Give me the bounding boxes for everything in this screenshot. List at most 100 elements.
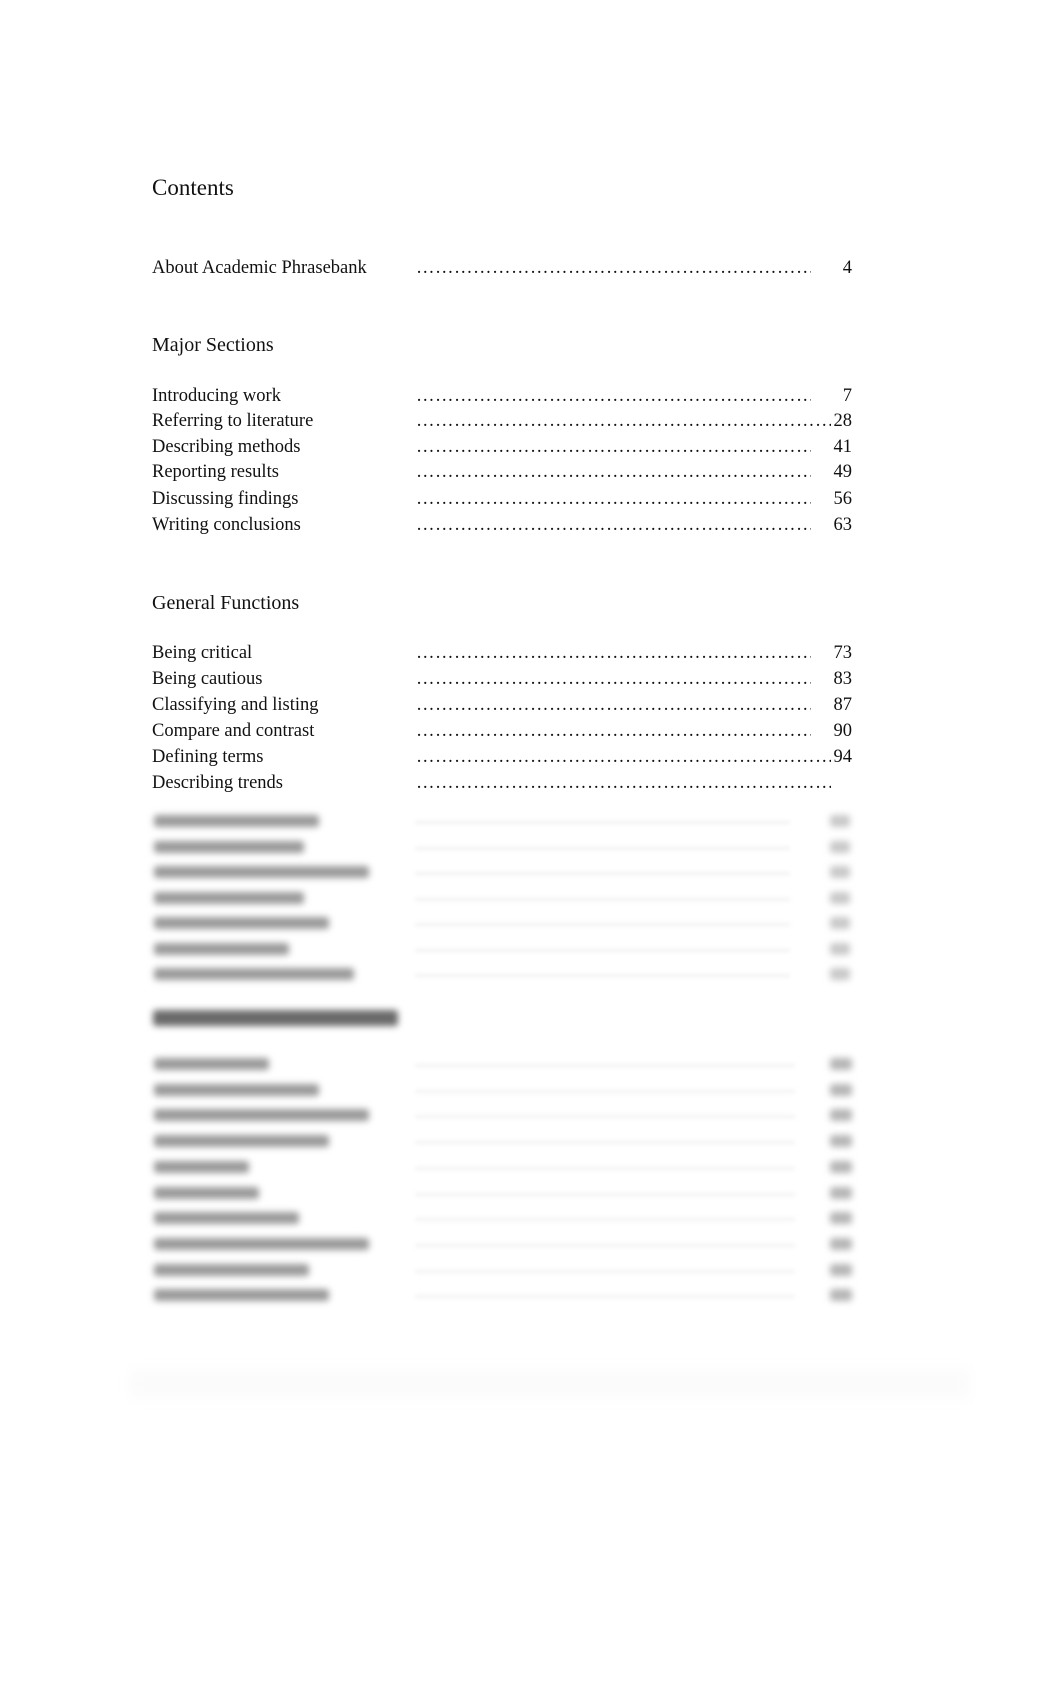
blurred-footer-band — [130, 1370, 970, 1398]
toc-entry-label: Being cautious — [152, 669, 263, 689]
dot-leader: ……………………………………………………………………………………… — [416, 773, 831, 793]
dot-leader: ……………………………………………………………………………………… — [416, 669, 811, 689]
blurred-dot-leader — [415, 923, 790, 926]
toc-page-number: 41 — [833, 437, 853, 457]
dot-leader: ……………………………………………………………………………………… — [416, 695, 811, 715]
blurred-page-number — [830, 1186, 852, 1199]
toc-entry-label: Compare and contrast — [152, 721, 315, 741]
toc-page-number: 83 — [833, 669, 853, 689]
toc-entry[interactable]: Describing trends …………………………………………………………… — [152, 770, 852, 796]
toc-page-number: 94 — [833, 747, 853, 767]
blurred-page-number — [830, 1237, 852, 1250]
blurred-page-number — [830, 1083, 852, 1096]
blurred-entry-label — [154, 917, 329, 929]
dot-leader: ……………………………………………………………………………………… — [416, 462, 811, 482]
toc-entry[interactable]: Describing methods ………………………………………………………… — [152, 434, 852, 460]
blurred-dot-leader — [415, 1166, 795, 1170]
blurred-dot-leader — [415, 1089, 795, 1093]
toc-entry-label: Being critical — [152, 643, 253, 663]
blurred-page-number — [830, 891, 850, 904]
blurred-page-number — [830, 1263, 852, 1276]
blurred-entry-label — [154, 840, 304, 853]
blurred-entry-label — [154, 1289, 329, 1302]
blurred-page-number — [830, 968, 850, 980]
blurred-page-number — [830, 917, 850, 929]
blurred-entry-label — [154, 942, 289, 955]
toc-entry[interactable]: Discussing findings ……………………………………………………… — [152, 486, 852, 512]
toc-page-number: 63 — [833, 515, 853, 535]
blurred-dot-leader — [415, 1269, 795, 1273]
toc-entry-label: Discussing findings — [152, 489, 299, 509]
dot-leader: ……………………………………………………………………………………… — [416, 258, 811, 278]
toc-entry-label: Describing methods — [152, 437, 301, 457]
dot-leader: ……………………………………………………………………………………… — [416, 515, 811, 535]
blurred-page-number — [830, 1109, 852, 1122]
toc-entry[interactable]: Compare and contrast …………………………………………………… — [152, 718, 852, 744]
toc-entry-label: Introducing work — [152, 386, 281, 406]
blurred-entry-label — [154, 1135, 329, 1148]
toc-entry-about[interactable]: About Academic Phrasebank ……………………………………… — [152, 255, 852, 281]
toc-page-number: 4 — [842, 258, 852, 278]
toc-page-number: 49 — [833, 462, 853, 482]
blurred-page-number — [830, 1160, 852, 1173]
dot-leader: ……………………………………………………………………………………… — [416, 747, 831, 767]
toc-page-number: 7 — [842, 386, 852, 406]
toc-entry[interactable]: Classifying and listing …………………………………………… — [152, 692, 852, 718]
blurred-entry-label — [154, 815, 319, 827]
blurred-dot-leader — [415, 1141, 795, 1145]
blurred-entry-label — [154, 1212, 299, 1225]
blurred-entry-label — [154, 1237, 369, 1250]
blurred-dot-leader — [415, 846, 790, 850]
blurred-dot-leader — [415, 1295, 795, 1299]
toc-page-number: 87 — [833, 695, 853, 715]
blurred-entry-label — [154, 1263, 309, 1276]
toc-entry-label: Describing trends — [152, 773, 284, 793]
blurred-entry-label — [154, 1109, 369, 1122]
blurred-dot-leader — [415, 1218, 795, 1222]
blurred-page-number — [830, 1058, 852, 1070]
blurred-entry-label — [154, 1186, 259, 1199]
page-title: Contents — [152, 175, 234, 200]
toc-page-number: 28 — [833, 411, 853, 431]
toc-entry[interactable]: Defining terms …………………………………………………………………… — [152, 744, 852, 770]
blurred-entry-label — [154, 1083, 319, 1096]
blurred-page-number — [830, 1212, 852, 1225]
blurred-page-number — [830, 1289, 852, 1302]
section-heading-major-sections: Major Sections — [152, 334, 274, 356]
blurred-entry-label — [154, 968, 354, 980]
blurred-page-number — [830, 1135, 852, 1148]
toc-entry[interactable]: Referring to literature …………………………………………… — [152, 408, 852, 434]
toc-page-number: 56 — [833, 489, 853, 509]
toc-page-number: 90 — [833, 721, 853, 741]
dot-leader: ……………………………………………………………………………………… — [416, 489, 811, 509]
dot-leader: ……………………………………………………………………………………… — [416, 643, 811, 663]
toc-entry[interactable]: Reporting results …………………………………………………………… — [152, 459, 852, 485]
toc-entry-label: Classifying and listing — [152, 695, 319, 715]
blurred-dot-leader — [415, 948, 790, 952]
blurred-dot-leader — [415, 872, 790, 875]
section-heading-general-functions: General Functions — [152, 592, 300, 614]
toc-entry[interactable]: Being cautious …………………………………………………………………… — [152, 666, 852, 692]
dot-leader: ……………………………………………………………………………………… — [416, 386, 811, 406]
blurred-dot-leader — [415, 1115, 795, 1119]
blurred-page-number — [830, 942, 850, 955]
toc-entry[interactable]: Introducing work ……………………………………………………………… — [152, 383, 852, 409]
toc-entry-label: Reporting results — [152, 462, 279, 482]
toc-page-number: 73 — [833, 643, 853, 663]
blurred-dot-leader — [415, 821, 790, 824]
blurred-section-heading — [153, 1010, 398, 1026]
blurred-entry-label — [154, 891, 304, 904]
blurred-entry-label — [154, 866, 369, 878]
dot-leader: ……………………………………………………………………………………… — [416, 437, 811, 457]
blurred-dot-leader — [415, 1192, 795, 1196]
toc-entry[interactable]: Writing conclusions ……………………………………………………… — [152, 512, 852, 538]
blurred-entry-label — [154, 1160, 249, 1173]
blurred-dot-leader — [415, 1064, 795, 1067]
blurred-dot-leader — [415, 1243, 795, 1247]
toc-entry-label: Writing conclusions — [152, 515, 301, 535]
blurred-page-number — [830, 840, 850, 853]
toc-entry[interactable]: Being critical …………………………………………………………………… — [152, 640, 852, 666]
toc-entry-label: Defining terms — [152, 747, 264, 767]
dot-leader: ……………………………………………………………………………………… — [416, 721, 811, 741]
toc-entry-label: About Academic Phrasebank — [152, 258, 367, 278]
